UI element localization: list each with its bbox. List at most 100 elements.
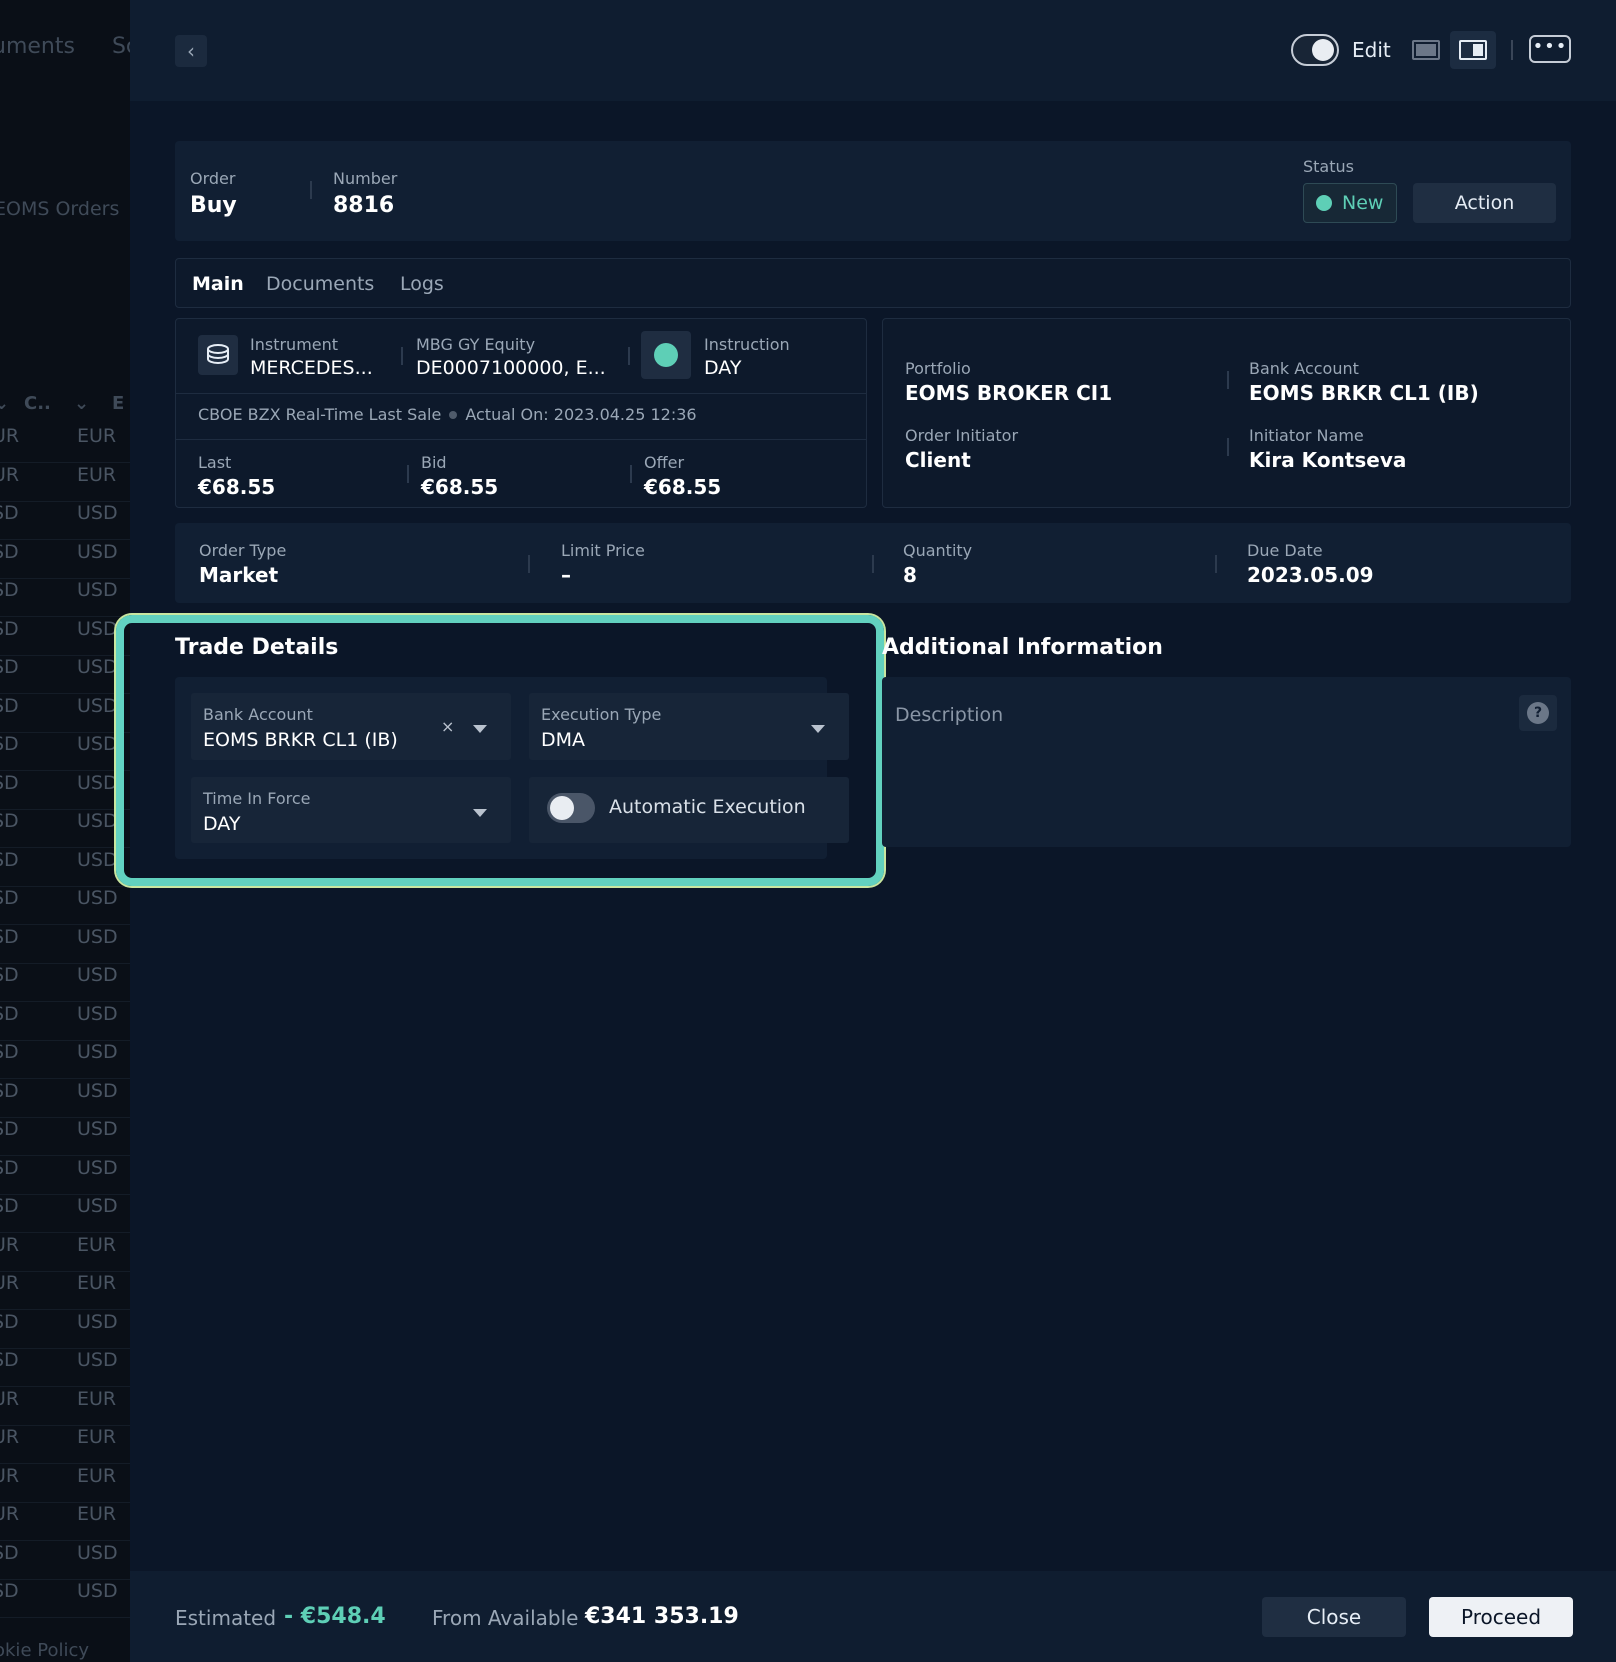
divider — [401, 347, 403, 365]
action-button[interactable]: Action — [1413, 183, 1556, 223]
background-cell: USD — [77, 925, 118, 948]
background-table-row[interactable]: SD USD — [0, 1311, 130, 1349]
background-table-row[interactable]: SD USD — [0, 1195, 130, 1233]
background-table-row[interactable]: SD USD — [0, 810, 130, 848]
background-cell: SD — [0, 810, 19, 832]
background-cell: USD — [77, 1118, 118, 1140]
bid-label: Bid — [421, 453, 447, 472]
edit-label: Edit — [1352, 38, 1391, 62]
background-table-row[interactable]: SD USD — [0, 1003, 130, 1041]
background-table-row[interactable]: SD USD — [0, 1349, 130, 1387]
close-button[interactable]: Close — [1262, 1597, 1406, 1637]
background-table-row[interactable]: SD USD — [0, 1080, 130, 1118]
background-cell: USD — [77, 848, 118, 871]
bank-account-label: Bank Account — [1249, 359, 1359, 378]
background-table-row[interactable]: SD USD — [0, 733, 130, 771]
additional-info-title: Additional Information — [882, 635, 1163, 660]
background-table-row[interactable]: UR EUR — [0, 464, 130, 502]
background-cell: USD — [77, 771, 118, 794]
background-cell: UR — [0, 1503, 20, 1525]
description-field[interactable]: Description ? — [882, 677, 1571, 847]
background-table-row[interactable]: SD USD — [0, 656, 130, 694]
background-table-row[interactable]: SD USD — [0, 849, 130, 887]
background-table-row[interactable]: UR EUR — [0, 1465, 130, 1503]
background-cell: SD — [0, 694, 19, 717]
initiator-name-label: Initiator Name — [1249, 426, 1364, 445]
background-column-header[interactable]: C.. — [24, 393, 51, 414]
tab-documents[interactable]: Documents — [266, 273, 374, 295]
background-cell: USD — [77, 1349, 118, 1371]
chevron-left-icon: ‹ — [187, 39, 195, 63]
background-table-row[interactable]: SD USD — [0, 1157, 130, 1195]
divider — [407, 465, 409, 483]
background-table-row[interactable]: SD USD — [0, 964, 130, 1002]
offer-price: €68.55 — [644, 475, 722, 499]
background-table-row[interactable]: SD USD — [0, 772, 130, 810]
background-table-row[interactable]: UR EUR — [0, 1234, 130, 1272]
background-table-row[interactable]: UR EUR — [0, 1272, 130, 1310]
divider — [528, 555, 530, 573]
divider — [176, 393, 866, 394]
background-cell: EUR — [77, 1503, 117, 1525]
background-table-row[interactable]: SD USD — [0, 1580, 130, 1618]
background-cell: USD — [77, 656, 118, 678]
initiator-name-value: Kira Kontseva — [1249, 448, 1407, 472]
number-label: Number — [333, 169, 398, 188]
background-table-row[interactable]: SD USD — [0, 618, 130, 656]
background-table-row[interactable]: SD USD — [0, 1118, 130, 1156]
tab-bar: Main Documents Logs — [175, 258, 1571, 308]
status-label: Status — [1303, 157, 1354, 176]
order-initiator-value: Client — [905, 448, 971, 472]
instrument-label: Instrument — [250, 335, 339, 354]
available-label: From Available — [432, 1606, 579, 1630]
order-header: Order Buy Number 8816 Status New Action — [175, 141, 1571, 241]
background-cell: SD — [0, 579, 19, 601]
background-table-row[interactable]: SD USD — [0, 926, 130, 964]
cookie-policy-link[interactable]: okie Policy — [0, 1640, 89, 1661]
background-nav-item[interactable]: Sc — [112, 34, 130, 59]
background-nav-item[interactable]: uments — [0, 34, 75, 59]
background-table-row[interactable]: SD USD — [0, 502, 130, 540]
order-parameters: Order Type Market Limit Price – Quantity… — [175, 523, 1571, 603]
background-cell: SD — [0, 733, 19, 755]
background-table-row[interactable]: UR EUR — [0, 1426, 130, 1464]
background-table-row[interactable]: UR EUR — [0, 425, 130, 463]
more-options-button[interactable]: ••• — [1529, 35, 1571, 63]
background-table-row[interactable]: SD USD — [0, 1542, 130, 1580]
divider — [628, 347, 630, 365]
background-cell: SD — [0, 617, 19, 640]
due-date-value: 2023.05.09 — [1247, 563, 1374, 587]
single-view-icon[interactable] — [1412, 40, 1440, 60]
background-cell: SD — [0, 1195, 19, 1217]
proceed-button[interactable]: Proceed — [1429, 1597, 1573, 1637]
available-value: €341 353.19 — [585, 1604, 739, 1629]
background-table-row[interactable]: SD USD — [0, 1041, 130, 1079]
tab-logs[interactable]: Logs — [400, 273, 444, 295]
back-button[interactable]: ‹ — [175, 35, 207, 67]
background-table-row[interactable]: SD USD — [0, 887, 130, 925]
background-cell: EUR — [77, 1387, 117, 1410]
help-button[interactable]: ? — [1519, 695, 1557, 731]
bank-account-value: EOMS BRKR CL1 (IB) — [1249, 381, 1479, 405]
background-cell: EUR — [77, 1426, 117, 1448]
background-cell: SD — [0, 1541, 19, 1564]
background-table-row[interactable]: UR EUR — [0, 1503, 130, 1541]
highlight-frame — [116, 615, 884, 886]
background-table-row[interactable]: SD USD — [0, 695, 130, 733]
background-table-row[interactable]: SD USD — [0, 541, 130, 579]
description-placeholder: Description — [895, 704, 1004, 726]
background-cell: SD — [0, 848, 19, 871]
split-view-button[interactable] — [1450, 31, 1496, 69]
last-price: €68.55 — [198, 475, 276, 499]
background-cell: SD — [0, 1310, 19, 1333]
status-dot-icon — [1316, 195, 1332, 211]
divider — [630, 465, 632, 483]
toolbar-divider — [1511, 40, 1513, 60]
tab-main[interactable]: Main — [192, 273, 244, 295]
order-detail-panel: ‹ Edit ••• Order Buy Number 8816 Status … — [116, 0, 1616, 1662]
edit-toggle[interactable] — [1291, 34, 1339, 66]
background-column-header[interactable]: E — [112, 393, 124, 414]
background-table-row[interactable]: SD USD — [0, 579, 130, 617]
background-cell: USD — [77, 1041, 118, 1063]
background-table-row[interactable]: UR EUR — [0, 1388, 130, 1426]
